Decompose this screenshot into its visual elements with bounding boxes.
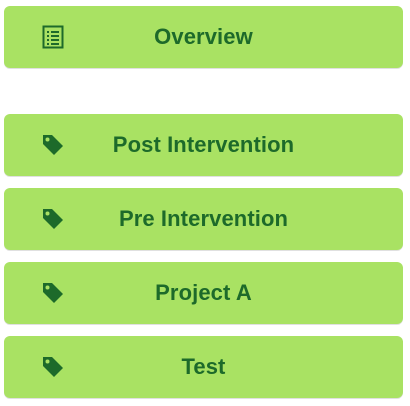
tag-icon: [40, 280, 66, 306]
tag-button-project-a[interactable]: Project A: [4, 262, 403, 324]
tag-icon: [40, 206, 66, 232]
tag-label: Post Intervention: [112, 132, 295, 157]
tag-label: Project A: [155, 280, 252, 305]
tag-button-test[interactable]: Test: [4, 336, 403, 398]
tag-label: Pre Intervention: [118, 206, 289, 231]
tag-button-pre-intervention[interactable]: Pre Intervention: [4, 188, 403, 250]
tag-icon: [40, 354, 66, 380]
list-icon: [40, 24, 66, 50]
tag-label: Test: [181, 354, 226, 379]
overview-button[interactable]: Overview: [4, 6, 403, 68]
tag-icon: [40, 132, 66, 158]
overview-label: Overview: [154, 24, 253, 49]
tag-button-post-intervention[interactable]: Post Intervention: [4, 114, 403, 176]
